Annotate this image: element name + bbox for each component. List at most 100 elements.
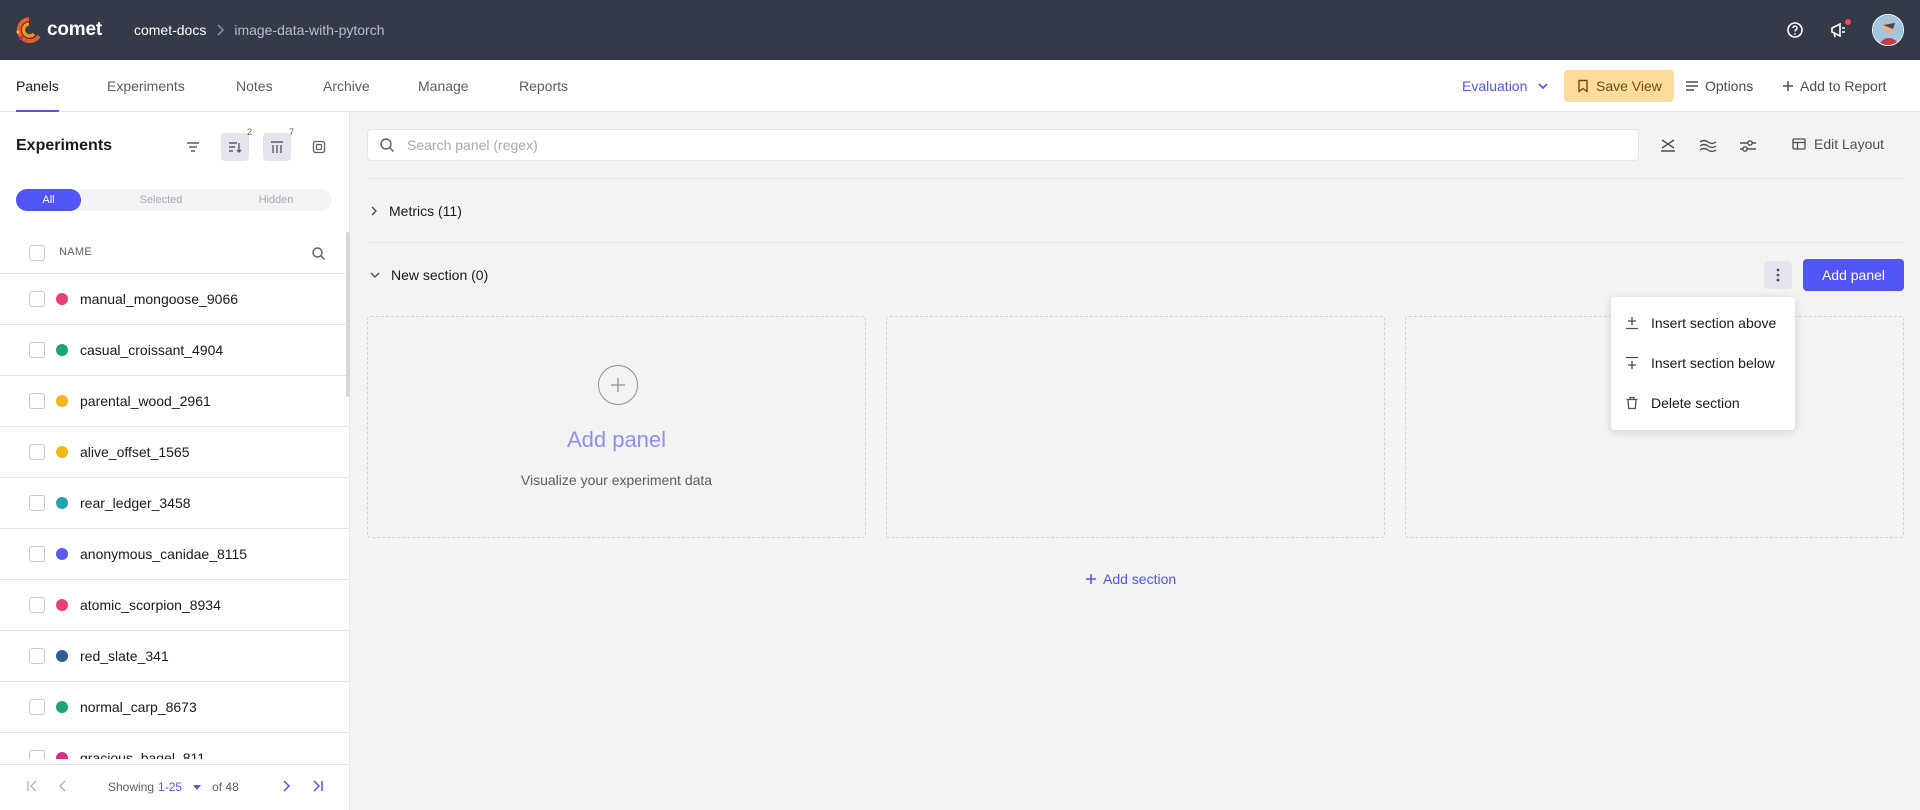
experiment-color-dot [56,446,68,458]
filter-button[interactable] [179,133,207,161]
experiment-name[interactable]: atomic_scorpion_8934 [80,597,221,613]
experiment-name[interactable]: anonymous_canidae_8115 [80,546,247,562]
insert-below-icon [1626,356,1638,369]
name-column-header[interactable]: NAME [59,246,92,258]
experiment-name[interactable]: rear_ledger_3458 [80,495,191,511]
segment-selected[interactable]: Selected [96,189,226,211]
tab-panels[interactable]: Panels [16,60,59,112]
row-checkbox[interactable] [29,342,45,358]
segment-all[interactable]: All [16,189,81,211]
section-menu-button[interactable] [1764,261,1792,289]
divider [367,242,1905,243]
trash-icon [1626,396,1638,410]
experiment-name[interactable]: parental_wood_2961 [80,393,211,409]
caret-down-icon[interactable] [192,782,202,792]
experiment-name[interactable]: normal_carp_8673 [80,699,197,715]
search-icon [380,138,394,152]
menu-item-insert-above[interactable]: Insert section above [1611,303,1795,343]
experiment-row[interactable]: normal_carp_8673 [0,682,349,733]
row-checkbox[interactable] [29,648,45,664]
save-view-button[interactable]: Save View [1564,70,1674,102]
experiment-row[interactable]: atomic_scorpion_8934 [0,580,349,631]
save-view-wrapper: Save View [1564,60,1674,112]
last-page-icon[interactable] [312,779,324,793]
empty-panel-slot[interactable]: Add panel Visualize your experiment data [367,316,866,538]
experiment-row[interactable]: alive_offset_1565 [0,427,349,478]
sort-button[interactable] [221,133,249,161]
edit-layout-button[interactable]: Edit Layout [1791,136,1884,152]
experiment-color-dot [56,650,68,662]
experiment-row[interactable]: red_slate_341 [0,631,349,682]
breadcrumb-workspace[interactable]: comet-docs [134,22,206,38]
menu-item-insert-below[interactable]: Insert section below [1611,343,1795,383]
experiment-row[interactable]: gracious_bagel_811 [0,733,349,759]
panel-settings-icon[interactable] [1738,136,1758,156]
help-icon[interactable] [1784,19,1806,41]
row-checkbox[interactable] [29,597,45,613]
section-header-new-section[interactable]: New section (0) [369,267,488,283]
menu-item-delete-section[interactable]: Delete section [1611,383,1795,423]
tab-archive[interactable]: Archive [323,60,370,112]
experiment-row[interactable]: casual_croissant_4904 [0,325,349,376]
tab-experiments[interactable]: Experiments [107,60,185,112]
row-checkbox[interactable] [29,750,45,759]
columns-icon [271,141,283,153]
first-page-icon[interactable] [26,779,38,793]
experiment-row[interactable]: manual_mongoose_9066 [0,274,349,325]
experiment-list-scrollbar[interactable] [346,232,350,397]
row-checkbox[interactable] [29,495,45,511]
group-button[interactable] [305,133,333,161]
outliers-icon[interactable] [1698,136,1718,156]
empty-panel-slot [886,316,1385,538]
experiment-name[interactable]: manual_mongoose_9066 [80,291,238,307]
insert-above-icon [1626,317,1638,330]
experiment-name[interactable]: alive_offset_1565 [80,444,190,460]
experiment-row[interactable]: rear_ledger_3458 [0,478,349,529]
experiment-name[interactable]: red_slate_341 [80,648,169,664]
experiment-color-dot [56,548,68,560]
row-checkbox[interactable] [29,546,45,562]
add-panel-button[interactable]: Add panel [1803,259,1904,291]
row-checkbox[interactable] [29,699,45,715]
row-checkbox[interactable] [29,291,45,307]
row-checkbox[interactable] [29,444,45,460]
next-page-icon[interactable] [281,779,291,793]
section-header-metrics[interactable]: Metrics (11) [369,203,462,219]
search-icon[interactable] [311,246,326,261]
comet-logo-icon [16,17,41,43]
previous-page-icon[interactable] [58,779,68,793]
view-selector[interactable]: Evaluation [1462,60,1549,112]
tab-reports[interactable]: Reports [519,60,568,112]
tab-notes[interactable]: Notes [236,60,273,112]
add-panel-title[interactable]: Add panel [368,427,865,453]
smoothing-icon[interactable] [1658,136,1678,156]
panel-search-input[interactable] [407,137,1607,153]
select-all-checkbox[interactable] [29,245,45,261]
group-icon [312,140,326,154]
user-avatar[interactable] [1872,14,1904,46]
options-button[interactable]: Options [1685,60,1753,112]
columns-button[interactable] [263,133,291,161]
announcement-icon[interactable] [1828,19,1851,41]
experiment-row[interactable]: parental_wood_2961 [0,376,349,427]
add-section-label: Add section [1103,571,1177,587]
segment-hidden[interactable]: Hidden [221,189,331,211]
table-header: NAME [0,232,349,274]
breadcrumb-project[interactable]: image-data-with-pytorch [234,22,384,38]
panel-search [367,129,1639,161]
sort-count-badge: 2 [247,127,253,137]
experiment-row[interactable]: anonymous_canidae_8115 [0,529,349,580]
add-section-button[interactable]: Add section [1085,571,1176,587]
page-range-select[interactable]: 1-25 [158,780,182,794]
visibility-segmented-control: All Selected Hidden [16,189,332,211]
chevron-right-icon [371,206,377,216]
tab-manage[interactable]: Manage [418,60,469,112]
comet-logo[interactable]: comet [15,16,102,44]
pagination-status: Showing 1-25 of 48 [108,780,239,794]
experiment-name[interactable]: gracious_bagel_811 [80,750,205,759]
add-to-report-button[interactable]: Add to Report [1782,60,1886,112]
add-panel-subtitle: Visualize your experiment data [520,472,713,488]
row-checkbox[interactable] [29,393,45,409]
plus-circle-icon[interactable] [598,365,638,405]
experiment-name[interactable]: casual_croissant_4904 [80,342,223,358]
